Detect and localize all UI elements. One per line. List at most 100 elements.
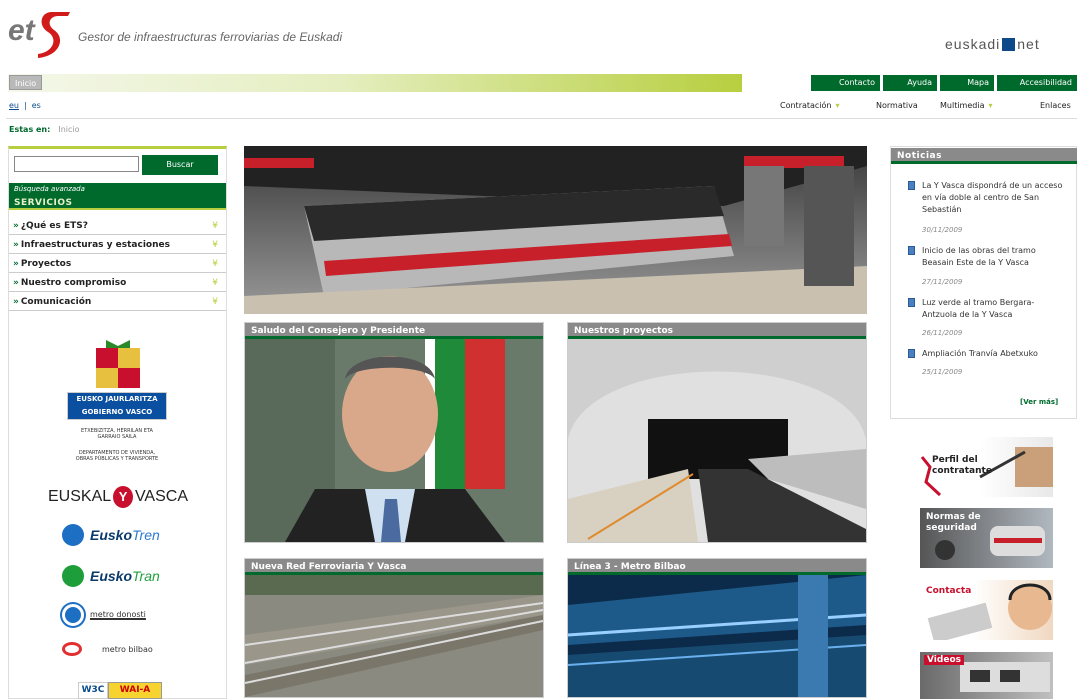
svc-nuestro-compromiso[interactable]: » Nuestro compromiso ¥: [9, 274, 226, 292]
chevron-down-icon: ¥: [212, 297, 218, 307]
svc-label: ¿Qué es ETS?: [20, 221, 88, 231]
gv-line1: EUSKO JAURLARITZA: [76, 395, 158, 403]
euskadinet-square-icon: [1002, 37, 1016, 51]
double-chevron-right-icon: »: [13, 278, 19, 288]
consejero-photo: [245, 339, 543, 542]
news-item[interactable]: Ampliación Tranvía Abetxuko: [908, 348, 1068, 360]
breadcrumb-label: Estas en:: [9, 125, 51, 134]
search-input[interactable]: [14, 156, 139, 172]
ayuda-button[interactable]: Ayuda: [882, 75, 937, 91]
svc-que-es-ets[interactable]: » ¿Qué es ETS? ¥: [9, 217, 226, 235]
top-gradient-bar: [8, 74, 742, 92]
chevron-down-icon: ▾: [835, 101, 840, 110]
metro-bilbao-logo[interactable]: metro bilbao: [62, 642, 153, 656]
nav-enlaces[interactable]: Enlaces: [1040, 101, 1071, 110]
advanced-search-link[interactable]: Búsqueda avanzada: [9, 183, 226, 196]
panel-saludo[interactable]: Saludo del Consejero y Presidente: [244, 322, 544, 543]
banner-contacta[interactable]: Contacta: [920, 580, 1053, 640]
news-date: 30/11/2009: [922, 226, 963, 234]
nav-contratacion[interactable]: Contratación ▾: [780, 101, 840, 110]
panel-title: Nueva Red Ferroviaria Y Vasca: [245, 559, 543, 575]
banner-label: Contacta: [926, 586, 972, 596]
panel-nuestros-proyectos[interactable]: Nuestros proyectos: [567, 322, 867, 543]
metro-donosti-logo[interactable]: metro donosti: [62, 604, 146, 626]
logo-text-et: et: [8, 14, 37, 47]
gv-dept-eu: ETXEBIZITZA, HERRILAN ETA GARRAIO SAILA: [60, 428, 174, 440]
banner-label: Normas de seguridad: [926, 512, 981, 533]
gv-dept-es: DEPARTAMENTO DE VIVIENDA, OBRAS PÚBLICAS …: [60, 450, 174, 462]
svc-label: Proyectos: [20, 259, 72, 269]
news-item[interactable]: Luz verde al tramo Bergara-Antzuola de l…: [908, 297, 1068, 321]
gv-line2: GOBIERNO VASCO: [81, 408, 153, 416]
ey-right: VASCA: [134, 488, 188, 505]
accesibilidad-button[interactable]: Accesibilidad: [996, 75, 1077, 91]
nav-multimedia[interactable]: Multimedia ▾: [940, 101, 993, 110]
metro-donosti-label: metro donosti: [90, 610, 146, 620]
news-item-text: Ampliación Tranvía Abetxuko: [922, 349, 1038, 358]
euskadinet-logo[interactable]: euskadi net: [945, 36, 1040, 52]
chevron-down-icon: ▾: [988, 101, 993, 110]
svc-label: Comunicación: [20, 297, 92, 307]
double-chevron-right-icon: »: [13, 240, 19, 250]
news-title: Noticias: [891, 148, 1077, 164]
document-icon: [908, 246, 915, 255]
nav-multimedia-label: Multimedia: [940, 101, 985, 110]
svc-label: Infraestructuras y estaciones: [20, 240, 170, 250]
double-chevron-right-icon: »: [13, 297, 19, 307]
lang-separator: |: [24, 101, 27, 110]
banner-normas-seguridad[interactable]: Normas de seguridad: [920, 508, 1053, 568]
document-icon: [908, 181, 915, 190]
lang-eu-link[interactable]: eu: [9, 101, 19, 110]
site-tagline: Gestor de infraestructuras ferroviarias …: [78, 30, 343, 44]
breadcrumb-current: Inicio: [58, 125, 80, 134]
svc-comunicacion[interactable]: » Comunicación ¥: [9, 293, 226, 311]
banner-label: Perfil del contratante: [932, 455, 992, 476]
document-icon: [908, 349, 915, 358]
euskotren-icon: [62, 524, 84, 546]
tunnel-station-render: [568, 339, 866, 542]
ver-mas-link[interactable]: [Ver más]: [1020, 398, 1058, 406]
lang-es-link[interactable]: es: [32, 101, 41, 110]
double-chevron-right-icon: »: [13, 259, 19, 269]
banner-videos[interactable]: Videos: [920, 652, 1053, 699]
euskal-y-vasca-logo[interactable]: EUSKAL Y VASCA: [48, 486, 188, 508]
nav-normativa-label: Normativa: [876, 101, 918, 110]
gobierno-vasco-band[interactable]: EUSKO JAURLARITZA GOBIERNO VASCO: [67, 392, 167, 420]
euskadinet-text-left: euskadi: [945, 36, 1001, 52]
ey-left: EUSKAL: [48, 488, 112, 505]
nav-enlaces-label: Enlaces: [1040, 101, 1071, 110]
hero-image-metro-train[interactable]: [244, 146, 867, 314]
nav-normativa[interactable]: Normativa: [876, 101, 918, 110]
w3c-label: W3C: [78, 682, 108, 699]
metro-bilbao-icon: [62, 642, 82, 656]
divider: [6, 118, 1077, 119]
metro-bilbao-label: metro bilbao: [102, 644, 153, 654]
panel-linea-3[interactable]: Línea 3 - Metro Bilbao: [567, 558, 867, 698]
language-switcher: eu | es: [9, 101, 46, 110]
banner-perfil-contratante[interactable]: Perfil del contratante: [920, 437, 1053, 497]
euskotran-logo[interactable]: EuskoTran: [62, 565, 160, 587]
news-item[interactable]: Inicio de las obras del tramo Beasain Es…: [908, 245, 1068, 269]
panel-title: Línea 3 - Metro Bilbao: [568, 559, 866, 575]
chevron-down-icon: ¥: [212, 259, 218, 269]
mapa-button[interactable]: Mapa: [939, 75, 994, 91]
euskotren-logo[interactable]: EuskoTren: [62, 524, 160, 546]
news-date: 26/11/2009: [922, 329, 963, 337]
panel-nueva-red[interactable]: Nueva Red Ferroviaria Y Vasca: [244, 558, 544, 698]
ey-y-icon: Y: [113, 486, 133, 508]
inicio-tab[interactable]: Inicio: [9, 75, 43, 90]
news-item-text: Luz verde al tramo Bergara-Antzuola de l…: [922, 298, 1035, 319]
news-item[interactable]: La Y Vasca dispondrá de un acceso en vía…: [908, 180, 1068, 216]
news-item-text: Inicio de las obras del tramo Beasain Es…: [922, 246, 1036, 267]
ets-logo[interactable]: et: [8, 6, 78, 58]
gobierno-vasco-shield-icon[interactable]: [88, 340, 148, 392]
nav-contratacion-label: Contratación: [780, 101, 832, 110]
panel-title: Saludo del Consejero y Presidente: [245, 323, 543, 339]
w3c-wai-badge[interactable]: W3C WAI-A: [78, 682, 162, 699]
svc-proyectos[interactable]: » Proyectos ¥: [9, 255, 226, 273]
chevron-down-icon: ¥: [212, 278, 218, 288]
search-button[interactable]: Buscar: [142, 155, 218, 175]
contacto-button[interactable]: Contacto: [810, 75, 880, 91]
svc-infraestructuras[interactable]: » Infraestructuras y estaciones ¥: [9, 236, 226, 254]
logo-s-shape: [38, 12, 70, 58]
